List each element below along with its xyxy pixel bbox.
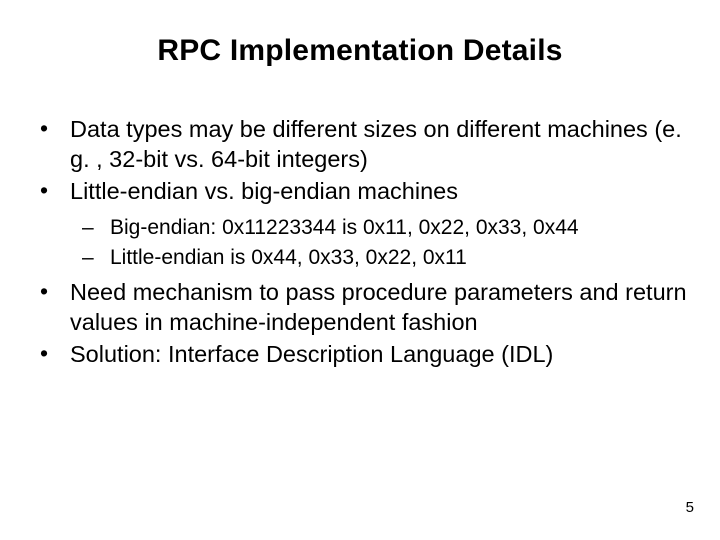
sub-bullet-item: Big-endian: 0x11223344 is 0x11, 0x22, 0x… [70,214,692,241]
page-number: 5 [686,499,694,516]
bullet-text: Solution: Interface Description Language… [70,341,553,367]
sub-bullet-item: Little-endian is 0x44, 0x33, 0x22, 0x11 [70,244,692,271]
sub-bullet-text: Little-endian is 0x44, 0x33, 0x22, 0x11 [110,246,467,269]
bullet-text: Data types may be different sizes on dif… [70,116,682,172]
bullet-text: Need mechanism to pass procedure paramet… [70,279,687,335]
bullet-text: Little-endian vs. big-endian machines [70,178,458,204]
bullet-item: Little-endian vs. big-endian machines Bi… [28,176,692,271]
slide: RPC Implementation Details Data types ma… [0,0,720,540]
bullet-item: Solution: Interface Description Language… [28,339,692,369]
sub-bullet-text: Big-endian: 0x11223344 is 0x11, 0x22, 0x… [110,216,579,239]
bullet-list: Data types may be different sizes on dif… [28,114,692,369]
bullet-item: Data types may be different sizes on dif… [28,114,692,174]
slide-title: RPC Implementation Details [28,34,692,68]
bullet-item: Need mechanism to pass procedure paramet… [28,277,692,337]
sub-bullet-list: Big-endian: 0x11223344 is 0x11, 0x22, 0x… [70,214,692,271]
